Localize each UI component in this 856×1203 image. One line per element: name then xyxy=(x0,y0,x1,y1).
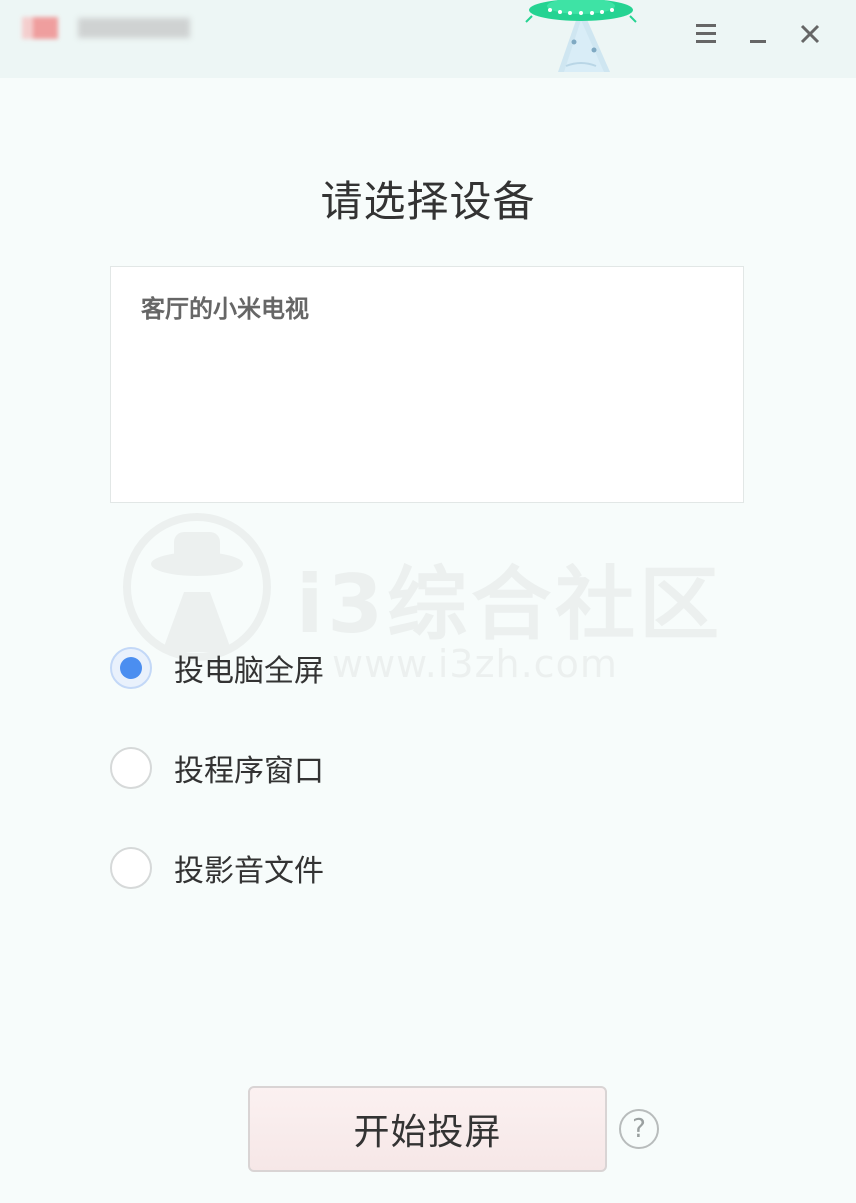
option-fullscreen[interactable]: 投电脑全屏 xyxy=(110,645,324,691)
ufo-mascot-icon xyxy=(525,0,637,72)
app-logo-icon xyxy=(22,17,58,39)
radio-button-checked[interactable] xyxy=(110,647,152,689)
watermark-text: i3综合社区 xyxy=(296,558,724,651)
page-title: 请选择设备 xyxy=(320,177,536,226)
menu-icon xyxy=(696,24,716,43)
device-item[interactable]: 客厅的小米电视 xyxy=(141,289,309,324)
device-list: 客厅的小米电视 xyxy=(110,266,744,503)
watermark-logo-icon xyxy=(123,513,271,661)
close-button[interactable] xyxy=(792,14,828,54)
menu-button[interactable] xyxy=(688,14,724,54)
close-icon xyxy=(800,24,820,44)
title-bar: ········ xyxy=(0,0,856,78)
option-label: 投影音文件 xyxy=(174,854,324,889)
radio-button[interactable] xyxy=(110,847,152,889)
option-label: 投程序窗口 xyxy=(174,754,324,789)
option-label: 投电脑全屏 xyxy=(174,654,324,689)
start-cast-button[interactable]: 开始投屏 xyxy=(248,1086,607,1172)
watermark-url: www.i3zh.com xyxy=(332,642,618,686)
minimize-button[interactable] xyxy=(740,14,776,54)
help-icon[interactable]: ? xyxy=(619,1109,659,1149)
app-title: ········ xyxy=(78,18,190,38)
radio-button[interactable] xyxy=(110,747,152,789)
option-media-file[interactable]: 投影音文件 xyxy=(110,845,324,891)
option-program-window[interactable]: 投程序窗口 xyxy=(110,745,324,791)
minimize-icon xyxy=(750,40,766,43)
